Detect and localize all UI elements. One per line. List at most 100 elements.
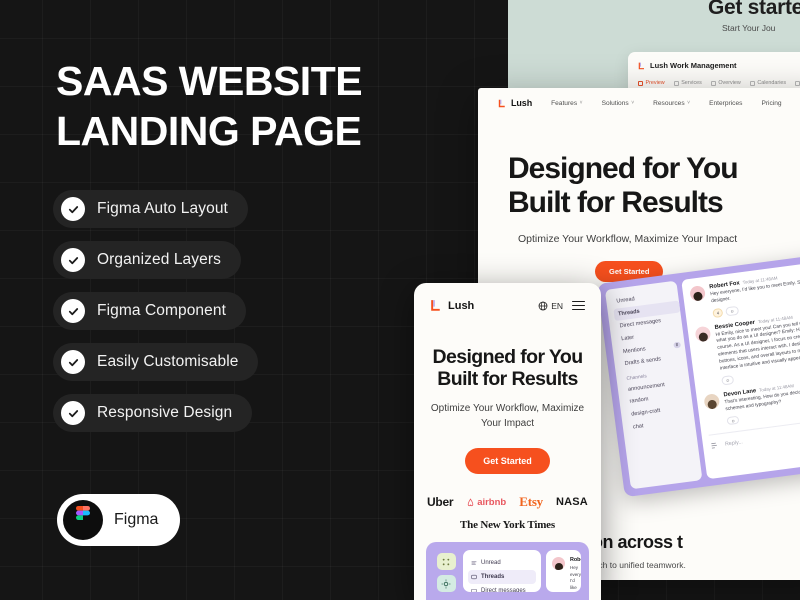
mobile-hero: Designed for You Built for Results Optim… <box>414 312 601 531</box>
tab-square-icon <box>795 80 800 86</box>
page-title-line2: LANDING PAGE <box>56 108 362 155</box>
mobile-navbar: Lush EN <box>414 283 601 312</box>
chat-message: Robert Fox Today at 11:48 Hey everyone, … <box>552 557 581 592</box>
avatar <box>703 392 721 410</box>
nav-label: Features <box>551 99 578 107</box>
mobile-list-item-threads[interactable]: Threads <box>468 570 536 584</box>
chat-reply-placeholder: Reply... <box>724 439 744 448</box>
feature-label: Figma Auto Layout <box>97 200 228 217</box>
figma-badge-label: Figma <box>114 511 159 528</box>
language-selector[interactable]: EN <box>538 301 563 311</box>
chat-message: Bessie Cooper Today at 11:48AM Hi Emily,… <box>694 309 800 388</box>
mobile-logo-strip-row2: The New York Times <box>426 519 589 531</box>
nav-label: Solutions <box>601 99 629 107</box>
chat-message-body: Bessie Cooper Today at 11:48AM Hi Emily,… <box>714 309 800 386</box>
chat-panel-wrapper: Unread Threads Direct messages Later Men <box>597 252 800 498</box>
nav-item-features[interactable]: Features ˅ <box>551 100 582 107</box>
lush-logo-icon <box>638 62 644 69</box>
chat-message-author: Robert Fox <box>570 557 581 563</box>
chevron-down-icon: ˅ <box>687 100 691 106</box>
get-started-subtitle: Start Your Jou <box>722 23 776 33</box>
hamburger-menu-icon[interactable] <box>572 300 585 311</box>
nav-item-pricing[interactable]: Pricing <box>761 100 781 107</box>
add-reaction-button[interactable]: ☺ <box>721 375 735 386</box>
nav-item-resources[interactable]: Resources ˅ <box>653 100 690 107</box>
wm-tab-calendaries[interactable]: Calendaries <box>749 80 787 86</box>
poster-canvas: Get started Start Your Jou Lush Work Man… <box>0 0 800 600</box>
wm-tab-services[interactable]: Services <box>673 80 702 86</box>
threads-icon <box>471 574 477 580</box>
page-title: SAAS WEBSITE LANDING PAGE <box>56 56 456 156</box>
work-management-title: Lush Work Management <box>650 61 737 70</box>
add-reaction-button[interactable]: ☺ <box>725 305 739 316</box>
mobile-chat-messages: Robert Fox Today at 11:48 Hey everyone, … <box>546 550 581 592</box>
check-circle-icon <box>61 197 85 221</box>
feature-label: Figma Component <box>97 302 227 319</box>
mobile-list-label: Unread <box>481 560 501 566</box>
wm-tab-label: Calendaries <box>757 80 787 86</box>
format-icon <box>711 443 717 449</box>
check-circle-icon <box>61 401 85 425</box>
language-label: EN <box>551 300 563 311</box>
mobile-headline-line2: Built for Results <box>437 368 578 391</box>
nav-item-enterprices[interactable]: Enterprices <box>709 100 742 107</box>
desktop-navbar: Lush Features ˅ Solutions ˅ Resources ˅ … <box>478 88 800 118</box>
desktop-headline-line2: Built for Results <box>508 185 724 219</box>
feature-label: Easily Customisable <box>97 353 239 370</box>
chat-sidebar-list: Unread Threads Direct messages Later Men <box>612 288 696 434</box>
mobile-headline-line1: Designed for You <box>432 346 583 368</box>
chat-message-header: Robert Fox Today at 11:48 <box>570 557 581 563</box>
desktop-headline-line1: Designed for You <box>508 152 739 185</box>
mobile-list-item-unread[interactable]: Unread <box>468 556 536 570</box>
figma-logo-icon <box>63 500 103 540</box>
get-started-heading: Get started <box>708 0 800 19</box>
feature-pill-responsive-design: Responsive Design <box>53 394 253 432</box>
gear-icon[interactable] <box>436 575 456 592</box>
nyt-logo: The New York Times <box>460 519 555 532</box>
direct-messages-icon <box>471 589 477 592</box>
wm-tab-label: Overview <box>718 80 741 86</box>
grid-app-icon[interactable] <box>436 553 456 570</box>
mobile-subheadline-line1: Optimize Your Workflow, Maximize <box>430 403 585 415</box>
wm-tab-label: Preview <box>645 80 665 86</box>
feature-label: Organized Layers <box>97 251 221 268</box>
airbnb-logo-text: airbnb <box>477 496 507 508</box>
tab-square-icon <box>710 80 716 86</box>
mobile-brand[interactable]: Lush <box>430 299 474 312</box>
sidebar-item-label: Mentions <box>622 345 646 355</box>
nav-label: Pricing <box>761 99 782 107</box>
chat-messages-area: Robert Fox Today at 11:48AM Hey everyone… <box>681 259 800 480</box>
sidebar-item-label: Threads <box>617 308 641 318</box>
mobile-get-started-button[interactable]: Get Started <box>465 448 550 475</box>
add-reaction-button[interactable]: ☺ <box>726 415 740 426</box>
mobile-mockup: Lush EN Designed for You Built for Resul… <box>414 283 601 600</box>
nav-label: Enterprices <box>709 99 743 107</box>
airbnb-mark-icon <box>467 497 474 506</box>
tab-square-icon <box>638 80 643 86</box>
unread-icon <box>471 561 477 565</box>
chat-message-text: Hey everyone, I’d like you to <box>570 565 581 592</box>
mobile-icon-rail <box>434 550 458 592</box>
mobile-list-item-direct-messages[interactable]: Direct messages <box>468 584 536 592</box>
chat-message: Robert Fox Today at 11:48AM Hey everyone… <box>689 269 800 320</box>
chevron-down-icon: ˅ <box>631 100 635 106</box>
reaction-count[interactable]: 4 <box>712 307 724 318</box>
feature-label: Responsive Design <box>97 404 233 421</box>
mobile-list-label: Direct messages <box>481 588 526 592</box>
page-title-line1: SAAS WEBSITE <box>56 58 363 104</box>
channel-label: chat <box>632 422 644 431</box>
wm-tab-preview[interactable]: Preview <box>638 80 665 86</box>
wm-tab-overview[interactable]: Overview <box>710 80 741 86</box>
reaction-number: 4 <box>716 310 720 316</box>
nav-item-solutions[interactable]: Solutions ˅ <box>602 100 635 107</box>
figma-badge: Figma <box>57 494 181 546</box>
airbnb-logo: airbnb <box>466 497 506 508</box>
tab-square-icon <box>749 80 755 86</box>
wm-tab-label: Services <box>681 80 702 86</box>
wm-tab-resources[interactable]: Resources <box>795 80 800 86</box>
desktop-brand[interactable]: Lush <box>498 98 532 108</box>
feature-pill-easily-customisable: Easily Customisable <box>53 343 259 381</box>
work-management-tabs: Preview Services Overview Calendaries Re… <box>638 80 800 86</box>
desktop-subheadline: Optimize Your Workflow, Maximize Your Im… <box>518 233 738 246</box>
nasa-logo: NASA <box>555 496 588 509</box>
